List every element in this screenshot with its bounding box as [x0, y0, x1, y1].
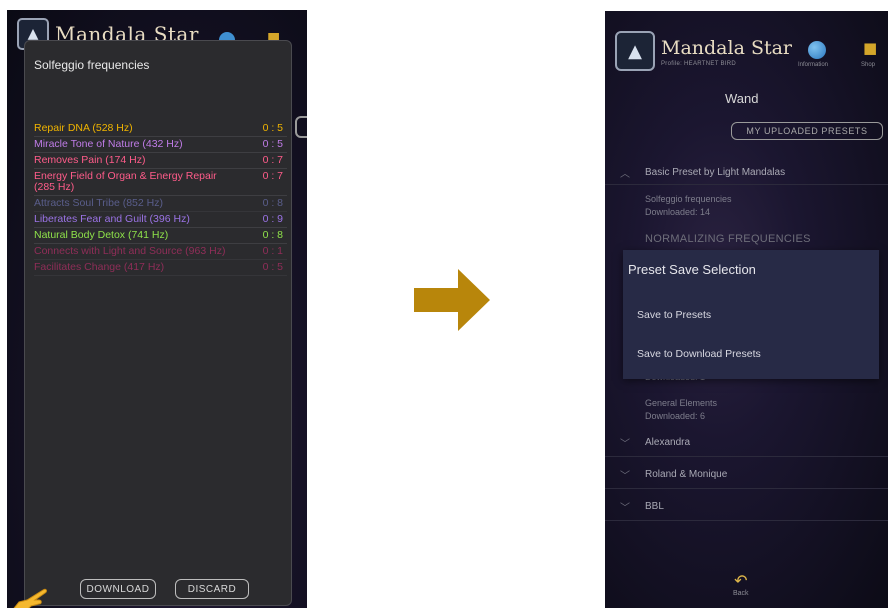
frequency-label: Miracle Tone of Nature (432 Hz)	[34, 138, 183, 150]
list-item[interactable]: Liberates Fear and Guilt (396 Hz) 0 : 9	[34, 212, 287, 228]
frequency-count: 0 : 7	[262, 170, 283, 182]
frequency-count: 0 : 5	[262, 122, 283, 134]
group-label: Basic Preset by Light Mandalas	[645, 167, 786, 178]
frequency-count: 0 : 1	[262, 245, 283, 257]
profile-label: Profile: HEARTNET BIRD	[661, 61, 737, 67]
pointing-hand-icon	[13, 588, 47, 608]
frequency-count: 0 : 8	[262, 229, 283, 241]
frequency-label: Repair DNA (528 Hz)	[34, 122, 133, 134]
preset-group[interactable]: ﹀ BBL	[605, 493, 888, 521]
list-item[interactable]: Facilitates Change (417 Hz) 0 : 5	[34, 260, 287, 276]
shop-icon[interactable]: ■	[863, 39, 877, 57]
preset-name: General Elements	[645, 398, 718, 408]
group-label: Roland & Monique	[645, 469, 728, 480]
frequency-list: Repair DNA (528 Hz) 0 : 5 Miracle Tone o…	[34, 121, 287, 296]
app-logo-icon: ▲	[615, 31, 655, 71]
chevron-down-icon: ﹀	[620, 471, 630, 482]
chevron-down-icon: ﹀	[620, 439, 630, 450]
solfeggio-dialog: Solfeggio frequencies Repair DNA (528 Hz…	[24, 40, 292, 606]
frequency-label: Facilitates Change (417 Hz)	[34, 261, 165, 273]
frequency-count: 0 : 7	[262, 154, 283, 166]
back-arrow-icon: ↶	[734, 571, 748, 590]
frequency-label: Natural Body Detox (741 Hz)	[34, 229, 169, 241]
save-to-download-presets-option[interactable]: Save to Download Presets	[637, 348, 761, 360]
frequency-count: 0 : 8	[262, 197, 283, 209]
frequency-label: Connects with Light and Source (963 Hz)	[34, 245, 226, 257]
back-button[interactable]: ↶ Back	[733, 571, 749, 597]
dialog-title: Preset Save Selection	[628, 262, 756, 277]
app-title: Mandala Star	[661, 37, 793, 59]
preset-item[interactable]: NORMALIZING FREQUENCIES	[645, 233, 811, 245]
chevron-down-icon: ﹀	[620, 503, 630, 514]
frequency-count: 0 : 9	[262, 213, 283, 225]
preset-item[interactable]: General Elements Downloaded: 6	[645, 397, 717, 423]
frequency-label: Liberates Fear and Guilt (396 Hz)	[34, 213, 190, 225]
globe-icon[interactable]	[808, 41, 826, 59]
preset-downloads: Downloaded: 14	[645, 207, 711, 217]
background-button	[295, 116, 307, 138]
preset-item[interactable]: Solfeggio frequencies Downloaded: 14	[645, 193, 732, 219]
page-title: Wand	[725, 91, 759, 106]
preset-name: Solfeggio frequencies	[645, 194, 732, 204]
save-to-presets-option[interactable]: Save to Presets	[637, 309, 711, 321]
shop-label[interactable]: Shop	[861, 62, 875, 68]
list-item[interactable]: Attracts Soul Tribe (852 Hz) 0 : 8	[34, 196, 287, 212]
preset-save-selection-dialog: Preset Save Selection Save to Presets Sa…	[623, 250, 879, 379]
my-uploaded-presets-button[interactable]: MY UPLOADED PRESETS	[731, 122, 883, 140]
left-phone-screen: ▲ Mandala Star ■ Solfeggio frequencies R…	[7, 10, 307, 608]
discard-button[interactable]: DISCARD	[175, 579, 249, 599]
dialog-title: Solfeggio frequencies	[34, 58, 150, 72]
information-label[interactable]: Information	[798, 62, 828, 68]
frequency-label: Energy Field of Organ & Energy Repair (2…	[34, 170, 217, 193]
frequency-count: 0 : 5	[262, 261, 283, 273]
preset-group[interactable]: ︿ Basic Preset by Light Mandalas	[605, 161, 888, 185]
list-item[interactable]: Removes Pain (174 Hz) 0 : 7	[34, 153, 287, 169]
chevron-up-icon: ︿	[620, 169, 630, 180]
preset-group[interactable]: ﹀ Alexandra	[605, 429, 888, 457]
frequency-label: Removes Pain (174 Hz)	[34, 154, 146, 166]
arrow-right-icon	[414, 269, 490, 331]
list-item[interactable]: Miracle Tone of Nature (432 Hz) 0 : 5	[34, 137, 287, 153]
list-item[interactable]: Natural Body Detox (741 Hz) 0 : 8	[34, 228, 287, 244]
group-label: BBL	[645, 501, 664, 512]
list-item[interactable]: Repair DNA (528 Hz) 0 : 5	[34, 121, 287, 137]
back-label: Back	[733, 590, 749, 597]
frequency-label: Attracts Soul Tribe (852 Hz)	[34, 197, 163, 209]
list-item[interactable]: Energy Field of Organ & Energy Repair (2…	[34, 169, 287, 196]
preset-group[interactable]: ﹀ Roland & Monique	[605, 461, 888, 489]
list-item[interactable]: Connects with Light and Source (963 Hz) …	[34, 244, 287, 260]
right-phone-screen: ▲ Mandala Star Profile: HEARTNET BIRD In…	[605, 11, 888, 608]
download-button[interactable]: DOWNLOAD	[80, 579, 156, 599]
frequency-count: 0 : 5	[262, 138, 283, 150]
tutorial-canvas: ▲ Mandala Star ■ Solfeggio frequencies R…	[0, 0, 888, 608]
preset-downloads: Downloaded: 6	[645, 411, 706, 421]
group-label: Alexandra	[645, 437, 691, 448]
